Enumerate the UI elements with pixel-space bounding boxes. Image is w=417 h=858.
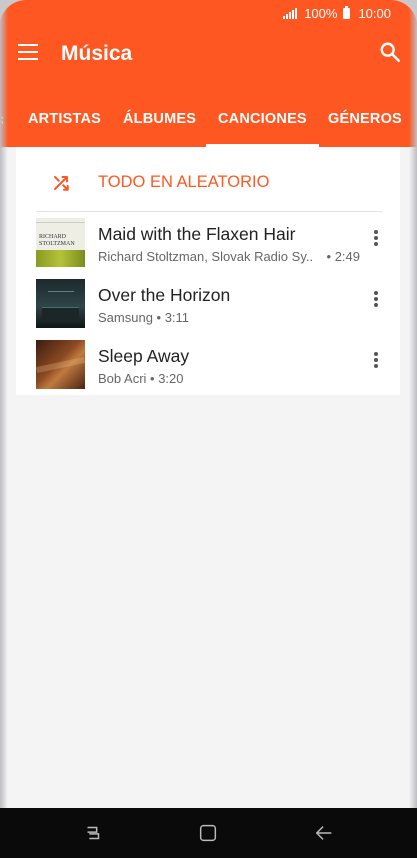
tab-artists[interactable]: ARTISTAS xyxy=(28,100,101,147)
song-title: Sleep Away xyxy=(98,346,190,366)
album-art: RICHARD STOLTZMAN xyxy=(36,218,85,267)
home-icon[interactable] xyxy=(197,822,219,844)
navigation-bar xyxy=(0,808,417,858)
shuffle-all-label: TODO EN ALEATORIO xyxy=(98,173,270,191)
page-title: Música xyxy=(61,42,133,65)
battery-percent: 100% xyxy=(304,6,338,21)
menu-icon[interactable] xyxy=(18,44,38,60)
song-duration: • 2:49 xyxy=(326,249,360,264)
signal-icon xyxy=(283,8,298,19)
tab-songs[interactable]: CANCIONES xyxy=(206,100,319,147)
screen-edge-left xyxy=(0,0,8,808)
screen-edge-right xyxy=(409,0,417,808)
search-icon[interactable] xyxy=(379,41,401,63)
tab-bar: S ARTISTAS ÁLBUMES CANCIONES GÉNEROS xyxy=(0,100,417,147)
app-bar: 100% 10:00 Música S ARTISTAS ÁLBUMES CAN… xyxy=(0,0,417,147)
recent-apps-icon[interactable] xyxy=(82,822,104,844)
clock: 10:00 xyxy=(358,6,391,21)
battery-icon xyxy=(343,6,351,19)
album-art xyxy=(36,279,85,328)
shuffle-icon xyxy=(54,176,69,191)
toolbar: Música xyxy=(0,26,417,84)
song-row[interactable]: Over the Horizon Samsung • 3:11 xyxy=(16,273,400,334)
status-bar: 100% 10:00 xyxy=(0,0,417,26)
song-artist: Bob Acri • 3:20 xyxy=(98,371,184,386)
tab-genres[interactable]: GÉNEROS xyxy=(328,100,402,147)
back-icon[interactable] xyxy=(313,822,335,844)
song-artist: Richard Stoltzman, Slovak Radio Sy.. xyxy=(98,249,314,264)
song-list-card: TODO EN ALEATORIO RICHARD STOLTZMAN Maid… xyxy=(16,147,400,395)
song-title: Maid with the Flaxen Hair xyxy=(98,224,296,244)
tab-albums[interactable]: ÁLBUMES xyxy=(123,100,196,147)
shuffle-all-button[interactable]: TODO EN ALEATORIO xyxy=(16,147,400,211)
album-art xyxy=(36,340,85,389)
song-artist: Samsung • 3:11 xyxy=(98,310,190,325)
phone-screen: 100% 10:00 Música S ARTISTAS ÁLBUMES CAN… xyxy=(0,0,417,858)
song-title: Over the Horizon xyxy=(98,285,231,305)
song-row[interactable]: RICHARD STOLTZMAN Maid with the Flaxen H… xyxy=(16,212,400,273)
more-vert-icon[interactable] xyxy=(372,350,380,374)
song-row[interactable]: Sleep Away Bob Acri • 3:20 xyxy=(16,334,400,395)
more-vert-icon[interactable] xyxy=(372,289,380,313)
more-vert-icon[interactable] xyxy=(372,228,380,252)
